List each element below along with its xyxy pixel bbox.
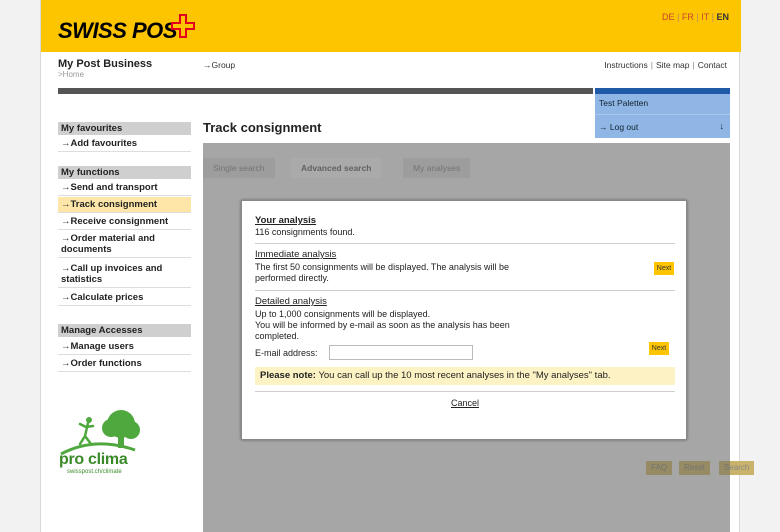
page-frame: SWISS POST DE | FR | IT | EN My Post Bus… xyxy=(40,0,755,532)
immediate-analysis-text-2: performed directly. xyxy=(255,273,329,283)
breadcrumb[interactable]: >Home xyxy=(58,70,84,79)
sidebar-item-send-and-transport[interactable]: →Send and transport xyxy=(58,180,191,196)
cancel-link[interactable]: Cancel xyxy=(242,398,688,408)
dialog-divider xyxy=(255,243,675,244)
lang-it[interactable]: IT xyxy=(701,12,709,22)
immediate-analysis-heading: Immediate analysis xyxy=(255,249,337,260)
detailed-analysis-text-1: Up to 1,000 consignments will be display… xyxy=(255,309,431,319)
immediate-analysis-text-1: The first 50 consignments will be displa… xyxy=(255,262,509,272)
detailed-analysis-text-3: completed. xyxy=(255,331,300,341)
logout-link[interactable]: → Log out xyxy=(599,122,638,132)
lang-de[interactable]: DE xyxy=(662,12,675,22)
detailed-analysis-heading: Detailed analysis xyxy=(255,296,327,307)
note-label: Please note: xyxy=(260,370,316,381)
email-field[interactable] xyxy=(329,345,473,360)
pro-clima-subtext: swisspost.ch/climate xyxy=(67,469,122,475)
functions-heading: My functions xyxy=(58,166,191,179)
sidebar-item-order-functions[interactable]: →Order functions xyxy=(58,356,191,372)
sidebar-item-receive-consignment[interactable]: →Receive consignment xyxy=(58,214,191,230)
immediate-next-button[interactable]: Next xyxy=(654,262,674,275)
sidebar-item-order-material[interactable]: →Order material and documents xyxy=(58,231,191,258)
top-links: Instructions | Site map | Contact xyxy=(604,60,727,70)
header-bar: SWISS POST DE | FR | IT | EN xyxy=(41,0,741,52)
detailed-next-button[interactable]: Next xyxy=(649,342,669,355)
link-separator: | xyxy=(692,60,695,70)
user-box-divider xyxy=(595,114,730,115)
sidebar-item-invoices-statistics[interactable]: →Call up invoices and statistics xyxy=(58,261,191,288)
swiss-post-cross-icon xyxy=(171,14,195,38)
email-label: E-mail address: xyxy=(255,348,318,358)
sidebar-item-add-favourites[interactable]: →Add favourites xyxy=(58,136,191,152)
lang-fr[interactable]: FR xyxy=(682,12,694,22)
dialog-divider xyxy=(255,290,675,291)
sidebar-item-calculate-prices[interactable]: →Calculate prices xyxy=(58,290,191,306)
instructions-link[interactable]: Instructions xyxy=(604,60,647,70)
note-box: Please note: You can call up the 10 most… xyxy=(255,367,675,385)
divider-bar xyxy=(58,88,593,94)
analysis-dialog: Your analysis 116 consignments found. Im… xyxy=(241,200,687,440)
lang-en[interactable]: EN xyxy=(716,12,729,22)
note-text: You can call up the 10 most recent analy… xyxy=(318,370,611,381)
user-box: Test Paletten → Log out ↓ xyxy=(595,94,730,138)
arrow-down-icon[interactable]: ↓ xyxy=(720,121,725,131)
consignments-found: 116 consignments found. xyxy=(255,227,355,237)
pro-clima-text: pro clima xyxy=(59,451,128,468)
sitemap-link[interactable]: Site map xyxy=(656,60,690,70)
user-name: Test Paletten xyxy=(599,98,649,108)
dialog-title: Your analysis xyxy=(255,215,317,226)
detailed-analysis-text-2: You will be informed by e-mail as soon a… xyxy=(255,320,510,330)
dialog-divider xyxy=(255,391,675,392)
language-switcher: DE | FR | IT | EN xyxy=(662,12,729,22)
group-link[interactable]: →Group xyxy=(203,60,235,70)
sidebar-item-track-consignment[interactable]: →Track consignment xyxy=(58,197,191,213)
link-separator: | xyxy=(650,60,653,70)
favourites-heading: My favourites xyxy=(58,122,191,135)
page-title: Track consignment xyxy=(203,120,322,135)
business-title[interactable]: My Post Business xyxy=(58,58,152,70)
access-heading: Manage Accesses xyxy=(58,324,191,337)
contact-link[interactable]: Contact xyxy=(698,60,727,70)
sidebar-item-manage-users[interactable]: →Manage users xyxy=(58,339,191,355)
